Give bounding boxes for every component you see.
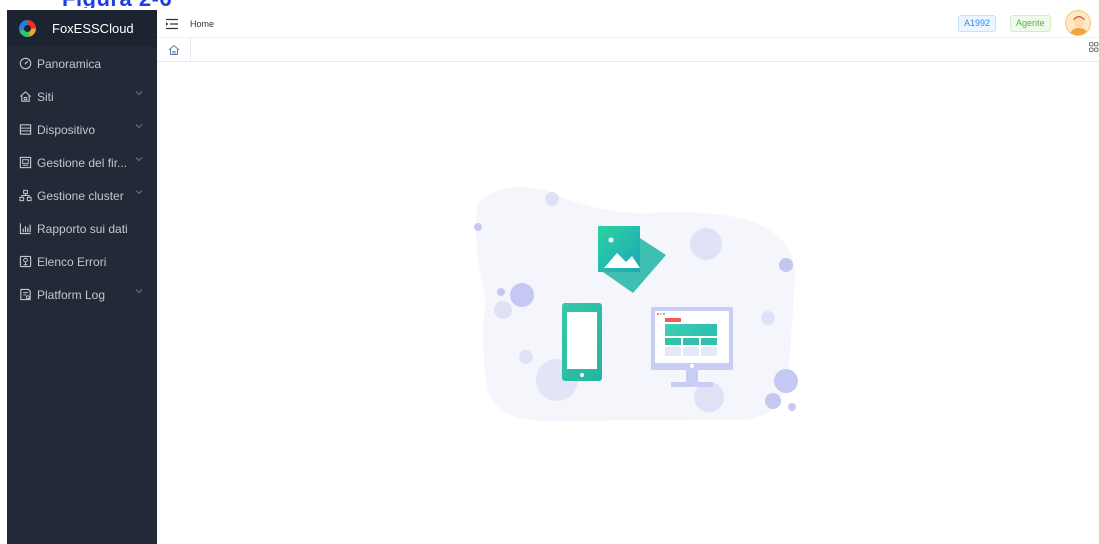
dashboard-icon xyxy=(19,57,32,70)
sidebar-item-gestione-cluster[interactable]: Gestione cluster xyxy=(7,179,157,212)
chevron-down-icon xyxy=(135,89,143,97)
sidebar-item-dispositivo[interactable]: Dispositivo xyxy=(7,113,157,146)
sidebar-item-label: Siti xyxy=(37,89,54,104)
sidebar-item-rapporto-dati[interactable]: Rapporto sui dati xyxy=(7,212,157,245)
app-window: Figura 2-6 FoxESSCloud Panoramica Siti xyxy=(0,0,1099,544)
sidebar-item-siti[interactable]: Siti xyxy=(7,80,157,113)
chevron-down-icon xyxy=(135,155,143,163)
breadcrumb[interactable]: Home xyxy=(190,19,214,29)
sidebar-item-label: Panoramica xyxy=(37,56,102,71)
sidebar-item-gestione-firmware[interactable]: Gestione del fir... xyxy=(7,146,157,179)
error-list-icon xyxy=(19,255,32,268)
sidebar-item-label: Gestione del fir... xyxy=(37,155,128,170)
chevron-down-icon xyxy=(135,122,143,130)
account-code-badge: A1992 xyxy=(958,15,997,32)
sidebar-item-label: Platform Log xyxy=(37,287,106,302)
sidebar-item-label: Dispositivo xyxy=(37,122,96,137)
sidebar-item-label: Elenco Errori xyxy=(37,254,107,269)
home-tab-icon xyxy=(168,44,179,55)
phone-graphic xyxy=(562,303,602,381)
brand-name: FoxESSCloud xyxy=(52,21,134,36)
device-icon xyxy=(19,123,32,136)
empty-state-illustration xyxy=(474,186,798,421)
sidebar-menu: Panoramica Siti Dispositivo Gestione del… xyxy=(7,47,157,311)
chevron-down-icon xyxy=(135,287,143,295)
user-avatar[interactable] xyxy=(1065,10,1091,36)
sidebar-item-label: Rapporto sui dati xyxy=(37,221,128,236)
sidebar: FoxESSCloud Panoramica Siti Dispositivo … xyxy=(7,10,157,544)
menu-fold-icon[interactable] xyxy=(165,17,179,31)
top-bar: Home A1992 Agente xyxy=(157,10,1099,38)
sidebar-item-elenco-errori[interactable]: Elenco Errori xyxy=(7,245,157,278)
home-tab[interactable] xyxy=(157,37,191,62)
foxess-logo-icon xyxy=(19,20,36,37)
monitor-graphic xyxy=(651,307,733,387)
sidebar-item-platform-log[interactable]: Platform Log xyxy=(7,278,157,311)
sidebar-item-panoramica[interactable]: Panoramica xyxy=(7,47,157,80)
chevron-down-icon xyxy=(135,188,143,196)
home-icon xyxy=(19,90,32,103)
cluster-icon xyxy=(19,189,32,202)
document-heading-fragment: Figura 2-6 xyxy=(62,0,172,8)
tab-bar xyxy=(157,37,1099,62)
role-badge: Agente xyxy=(1010,15,1051,32)
report-icon xyxy=(19,222,32,235)
apps-grid-icon[interactable] xyxy=(1089,42,1099,54)
brand[interactable]: FoxESSCloud xyxy=(7,10,157,47)
firmware-icon xyxy=(19,156,32,169)
log-icon xyxy=(19,288,32,301)
picture-card-graphic xyxy=(598,226,666,293)
sidebar-item-label: Gestione cluster xyxy=(37,188,124,203)
